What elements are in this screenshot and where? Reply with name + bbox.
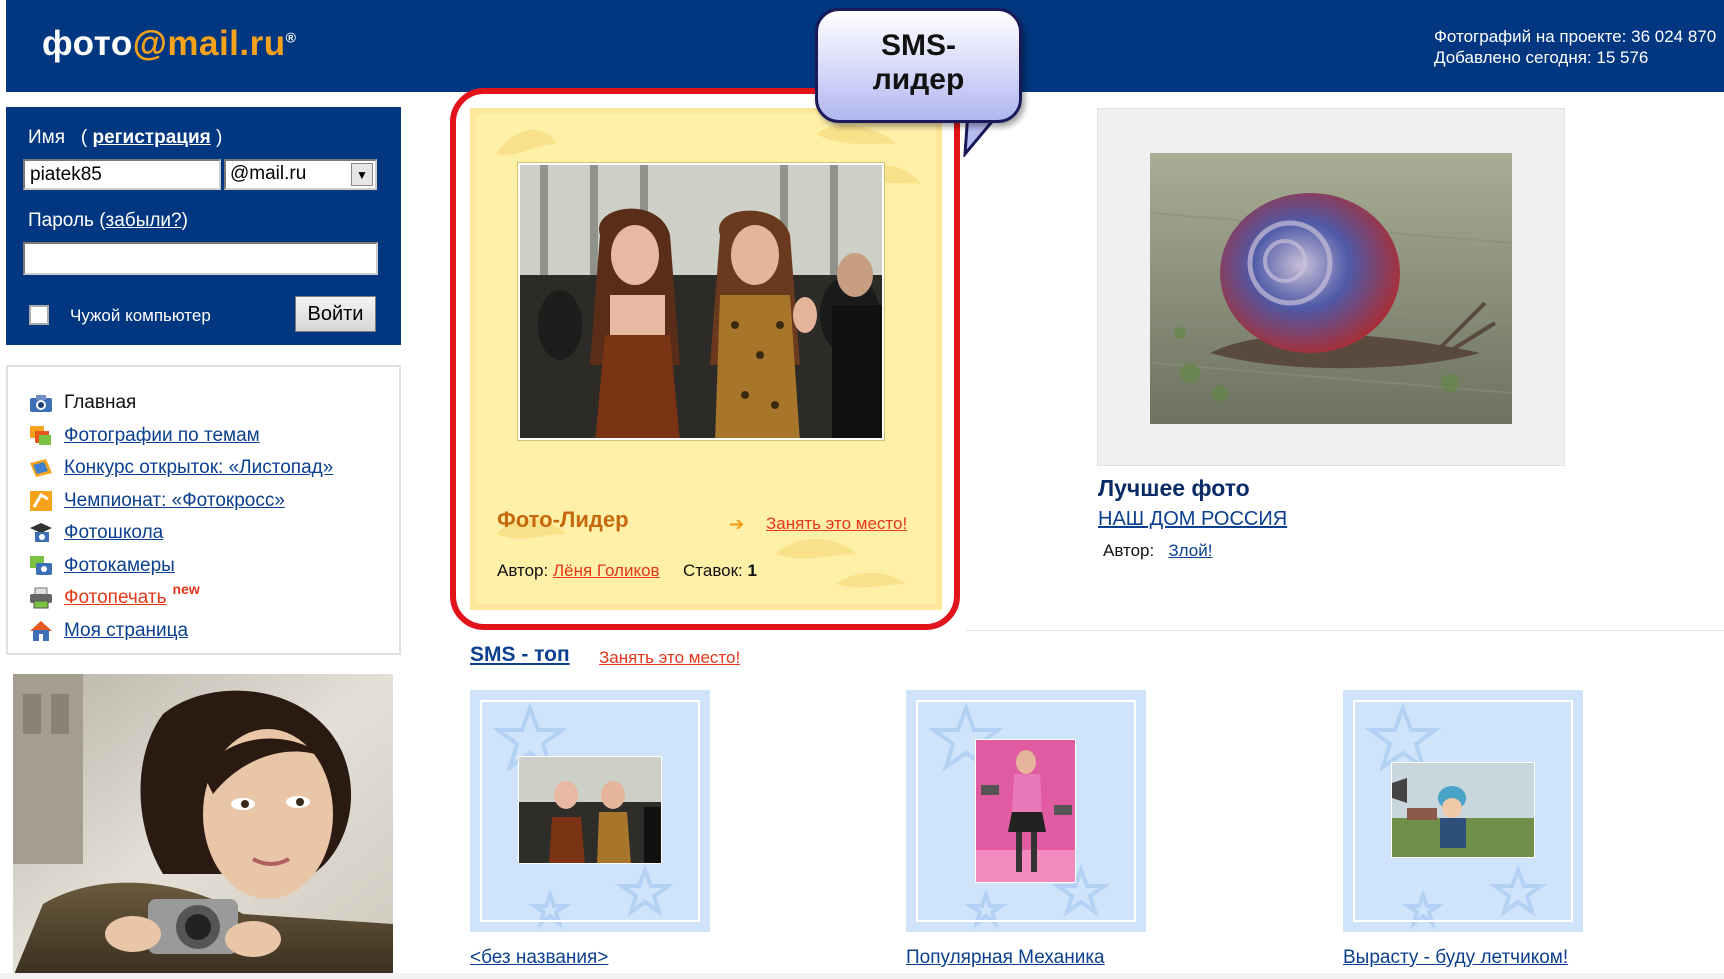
- new-badge: new: [172, 581, 200, 598]
- password-input[interactable]: [23, 242, 378, 275]
- main-menu: Главная Фотографии по темам Конкурс откр…: [6, 365, 401, 655]
- logo-text: фото: [42, 24, 133, 63]
- header-stats: Фотографий на проекте: 36 024 870 Добавл…: [1434, 26, 1724, 68]
- sms-top-thumb-1[interactable]: [518, 756, 662, 864]
- sms-top-card-3[interactable]: [1343, 690, 1583, 932]
- photos-icon: [28, 424, 54, 448]
- forgot-paren-close: ): [181, 210, 188, 231]
- sms-top-thumb-2[interactable]: [975, 739, 1076, 883]
- foreign-computer-checkbox[interactable]: [29, 305, 49, 325]
- cameras-icon: [28, 554, 54, 578]
- name-label: Имя: [28, 127, 66, 148]
- total-photos-count: Фотографий на проекте: 36 024 870: [1434, 27, 1717, 46]
- sms-top-thumb-3[interactable]: [1391, 762, 1535, 858]
- register-paren-close: ): [216, 127, 223, 148]
- menu-item-label[interactable]: Фотокамеры: [64, 555, 175, 577]
- menu-item-main[interactable]: Главная: [28, 387, 333, 420]
- best-photo-author: Автор: Злой!: [1103, 541, 1212, 561]
- postcard-icon: [28, 456, 54, 480]
- menu-item-topics[interactable]: Фотографии по темам: [28, 420, 333, 453]
- sms-leader-author: Автор: Лёня Голиков: [497, 561, 660, 581]
- sms-top-caption-1[interactable]: <без названия>: [470, 947, 608, 969]
- championship-icon: [28, 489, 54, 513]
- sms-leader-bubble: SMS- лидер: [815, 8, 1022, 123]
- menu-item-photoprint[interactable]: Фотопечать new: [28, 581, 333, 615]
- domain-select-value: @mail.ru: [230, 163, 307, 184]
- forgot-password-link[interactable]: забыли?: [106, 210, 182, 231]
- menu-item-postcard-contest[interactable]: Конкурс открыток: «Листопад»: [28, 452, 333, 485]
- best-photo-title: Лучшее фото: [1098, 475, 1250, 501]
- register-paren-open: (: [80, 127, 88, 148]
- bubble-line2: лидер: [872, 63, 965, 96]
- home-icon: [28, 619, 54, 643]
- sms-top-take-place-link[interactable]: Занять это место!: [599, 648, 740, 668]
- best-photo-author-link[interactable]: Злой!: [1168, 541, 1212, 560]
- sms-leader-author-link[interactable]: Лёня Голиков: [553, 561, 660, 580]
- menu-item-label[interactable]: Чемпионат: «Фотокросс»: [64, 490, 285, 512]
- logo-registered: ®: [285, 29, 297, 46]
- photographer-promo-image[interactable]: [13, 674, 393, 977]
- password-label: Пароль (: [28, 210, 106, 231]
- foreign-computer-label: Чужой компьютер: [70, 306, 211, 325]
- bids-count: 1: [747, 561, 757, 580]
- menu-item-label[interactable]: Моя страница: [64, 620, 188, 642]
- section-divider: [966, 630, 1724, 631]
- sms-top-card-2[interactable]: [906, 690, 1146, 932]
- menu-item-label[interactable]: Конкурс открыток: «Листопад»: [64, 457, 333, 479]
- bids-label: Ставок:: [683, 561, 743, 580]
- best-photo-link[interactable]: НАШ ДОМ РОССИЯ: [1098, 508, 1287, 531]
- printer-icon: [28, 586, 54, 610]
- domain-select[interactable]: @mail.ru ▼: [224, 159, 377, 190]
- menu-item-championship[interactable]: Чемпионат: «Фотокросс»: [28, 485, 333, 518]
- today-photos-count: Добавлено сегодня: 15 576: [1434, 48, 1649, 67]
- password-label-row: Пароль (забыли?): [28, 210, 188, 232]
- menu-item-label[interactable]: Фотошкола: [64, 522, 163, 544]
- sms-top-caption-3[interactable]: Вырасту - буду летчиком!: [1343, 947, 1568, 969]
- login-name-label: Имя ( регистрация ): [28, 127, 222, 149]
- logo-tld: .ru: [239, 24, 286, 63]
- menu-item-label[interactable]: Фотопечать: [64, 587, 167, 609]
- menu-item-label[interactable]: Фотографии по темам: [64, 425, 260, 447]
- logo-mail: @mail: [132, 24, 240, 63]
- arrow-right-icon: ➔: [729, 514, 745, 534]
- chevron-down-icon[interactable]: ▼: [351, 163, 373, 186]
- menu-item-cameras[interactable]: Фотокамеры: [28, 550, 333, 583]
- menu-item-photoschool[interactable]: Фотошкола: [28, 517, 333, 550]
- sms-top-title[interactable]: SMS - топ: [470, 643, 570, 667]
- leader-take-place-link[interactable]: Занять это место!: [766, 514, 907, 534]
- sms-leader-bids: Ставок: 1: [683, 561, 757, 581]
- menu-item-my-page[interactable]: Моя страница: [28, 615, 333, 648]
- camera-icon: [28, 391, 54, 415]
- sms-top-caption-2[interactable]: Популярная Механика: [906, 947, 1105, 969]
- school-icon: [28, 521, 54, 545]
- bubble-line1: SMS-: [881, 29, 956, 62]
- sms-top-card-1[interactable]: [470, 690, 710, 932]
- sms-leader-title: Фото-Лидер: [497, 507, 629, 532]
- bottom-strip: [0, 973, 1724, 979]
- author-label: Автор:: [1103, 541, 1155, 560]
- author-label: Автор:: [497, 561, 549, 580]
- register-link[interactable]: регистрация: [92, 127, 210, 148]
- sms-leader-photo[interactable]: [517, 162, 885, 441]
- site-logo[interactable]: фото@mail.ru®: [42, 24, 296, 64]
- login-button[interactable]: Войти: [295, 296, 376, 332]
- login-name-input[interactable]: [23, 159, 221, 190]
- menu-item-label: Главная: [64, 392, 137, 414]
- best-photo-image[interactable]: [1150, 153, 1512, 424]
